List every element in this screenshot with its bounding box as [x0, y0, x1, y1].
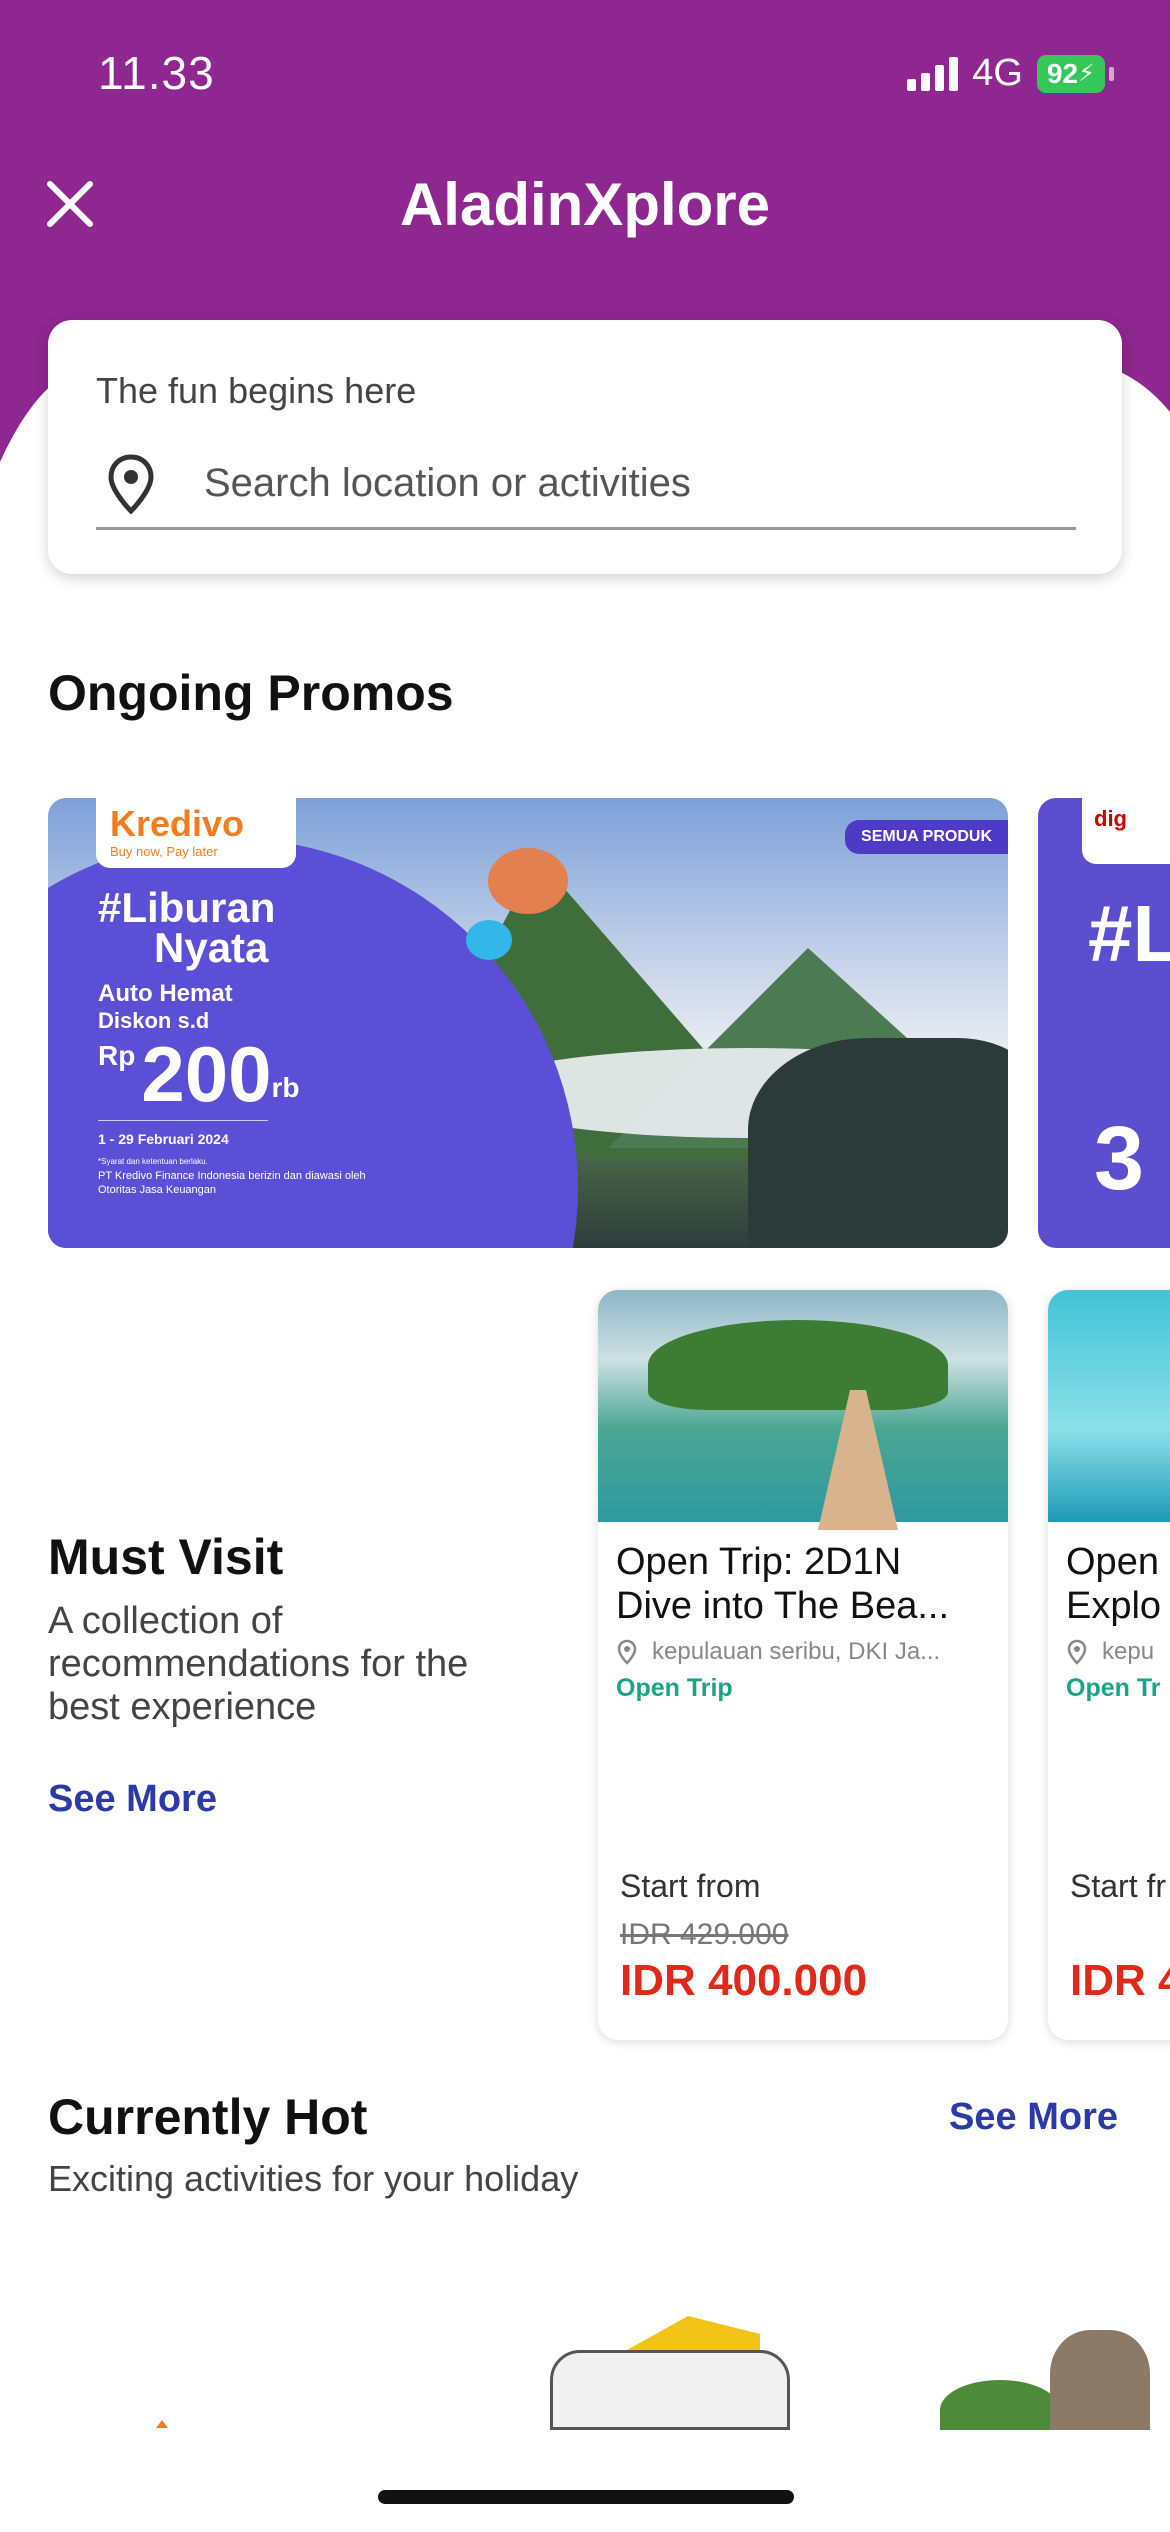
- network-label: 4G: [972, 52, 1023, 94]
- kredivo-logo: Kredivo Buy now, Pay later: [96, 798, 296, 868]
- trip-location: kepulauan seribu, DKI Ja...: [616, 1638, 990, 1666]
- status-time: 11.33: [98, 47, 215, 99]
- promo-banner-kredivo[interactable]: Kredivo Buy now, Pay later SEMUA PRODUK …: [48, 798, 1008, 1248]
- page-title: AladinXplore: [399, 171, 771, 238]
- van-body: [550, 2350, 790, 2430]
- promo-badge: SEMUA PRODUK: [845, 820, 1008, 854]
- currently-hot-subtitle: Exciting activities for your holiday: [48, 2158, 579, 2199]
- orange-marker: [156, 2420, 168, 2428]
- trip-title: Open Trip: 2D1N Dive into The Bea...: [616, 1540, 990, 1628]
- trip-start-label: Start from: [620, 1868, 761, 1904]
- trip-title-line1: Open Trip: 2D1N: [616, 1541, 902, 1583]
- home-indicator[interactable]: [378, 2490, 794, 2504]
- kredivo-brand: Kredivo: [110, 803, 245, 844]
- trip-start-label: Start fr: [1070, 1868, 1167, 1904]
- app-header: 11.33 4G 92 ⚡ AladinXplore: [0, 0, 1170, 272]
- currently-hot-see-more[interactable]: See More: [949, 2096, 1118, 2139]
- trip-title-line1: Open: [1066, 1541, 1159, 1583]
- dig-logo: dig: [1082, 798, 1170, 864]
- promo-subtitle: Auto Hemat: [98, 980, 233, 1007]
- trip-price: IDR 400.000: [620, 1956, 868, 2005]
- promo-banner-dig[interactable]: dig #L 3: [1038, 798, 1170, 1248]
- must-visit-title: Must Visit: [48, 1529, 284, 1585]
- trip-title: Open Explo: [1066, 1540, 1170, 1628]
- trip-card[interactable]: Open Explo kepu Open Tr Start fr IDR 4: [1048, 1290, 1170, 2040]
- promo-text-block: #Liburan Nyata Auto Hemat Diskon s.d Rp …: [98, 884, 398, 1197]
- battery-level: 92: [1046, 57, 1079, 89]
- location-pin-icon: [1067, 1639, 1087, 1665]
- search-input[interactable]: [204, 461, 1024, 506]
- currently-hot-title: Currently Hot: [48, 2089, 368, 2145]
- trip-category: Open Trip: [616, 1674, 733, 1702]
- location-pin-icon: [617, 1639, 637, 1665]
- promo-amount-row: Rp 200 rb: [98, 1034, 398, 1114]
- trip-image: [598, 1290, 1008, 1530]
- search-label: The fun begins here: [96, 370, 417, 411]
- pier-shape: [818, 1390, 898, 1530]
- trip-location-text: kepulauan seribu, DKI Ja...: [652, 1638, 941, 1665]
- trip-category: Open Tr: [1066, 1674, 1161, 1702]
- promos-title: Ongoing Promos: [48, 665, 454, 721]
- hot-activity-image-van[interactable]: [540, 2300, 790, 2430]
- promo-hashtag-2: Nyata: [154, 924, 269, 971]
- promo-amount: 200: [141, 1030, 272, 1118]
- must-visit-description: A collection of recommendations for the …: [48, 1600, 469, 1728]
- promo2-amount: 3: [1094, 1109, 1145, 1209]
- location-pin-icon: [108, 453, 154, 514]
- search-field[interactable]: [96, 440, 1076, 530]
- trip-title-line2: Explo: [1066, 1585, 1162, 1627]
- trip-body: Open Trip: 2D1N Dive into The Bea... kep…: [598, 1522, 1008, 1721]
- trip-card[interactable]: Open Trip: 2D1N Dive into The Bea... kep…: [598, 1290, 1008, 2040]
- promo-hashtag: #Liburan: [98, 884, 276, 931]
- trip-body: Open Explo kepu Open Tr: [1048, 1522, 1170, 1721]
- promo-fine-print-2: PT Kredivo Finance Indonesia berizin dan…: [98, 1170, 366, 1196]
- battery-tip: [1109, 66, 1114, 81]
- trip-price: IDR 4: [1070, 1956, 1170, 2005]
- battery-icon: 92 ⚡: [1037, 54, 1105, 93]
- trip-title-line2: Dive into The Bea...: [616, 1585, 950, 1627]
- bush-shape: [940, 2380, 1060, 2430]
- promo2-hashtag: #L: [1088, 889, 1170, 978]
- rock-shape: [1050, 2330, 1150, 2430]
- trip-location-text: kepu: [1102, 1638, 1155, 1665]
- trip-old-price: IDR 429.000: [620, 1918, 789, 1951]
- hot-activity-image-rocks[interactable]: [930, 2300, 1170, 2430]
- promo-fine-print-1: *Syarat dan ketentuan berlaku.: [98, 1157, 208, 1166]
- banner-dot: [466, 920, 512, 960]
- island-shape: [648, 1320, 948, 1410]
- trip-location: kepu: [1066, 1638, 1170, 1666]
- trip-image: [1048, 1290, 1170, 1522]
- status-icons: 4G 92 ⚡: [907, 52, 1114, 95]
- promo-currency: Rp: [98, 1040, 136, 1071]
- must-visit-see-more[interactable]: See More: [48, 1778, 217, 1821]
- promo-fine-print: *Syarat dan ketentuan berlaku. PT Krediv…: [98, 1155, 398, 1197]
- promo-amount-suffix: rb: [271, 1072, 300, 1103]
- signal-icon: [907, 56, 959, 91]
- banner-dot: [488, 848, 568, 914]
- search-card: The fun begins here: [48, 320, 1122, 574]
- banner-rock: [748, 1038, 1008, 1248]
- kredivo-tagline: Buy now, Pay later: [110, 844, 218, 859]
- promo-period: 1 - 29 Februari 2024: [98, 1120, 268, 1147]
